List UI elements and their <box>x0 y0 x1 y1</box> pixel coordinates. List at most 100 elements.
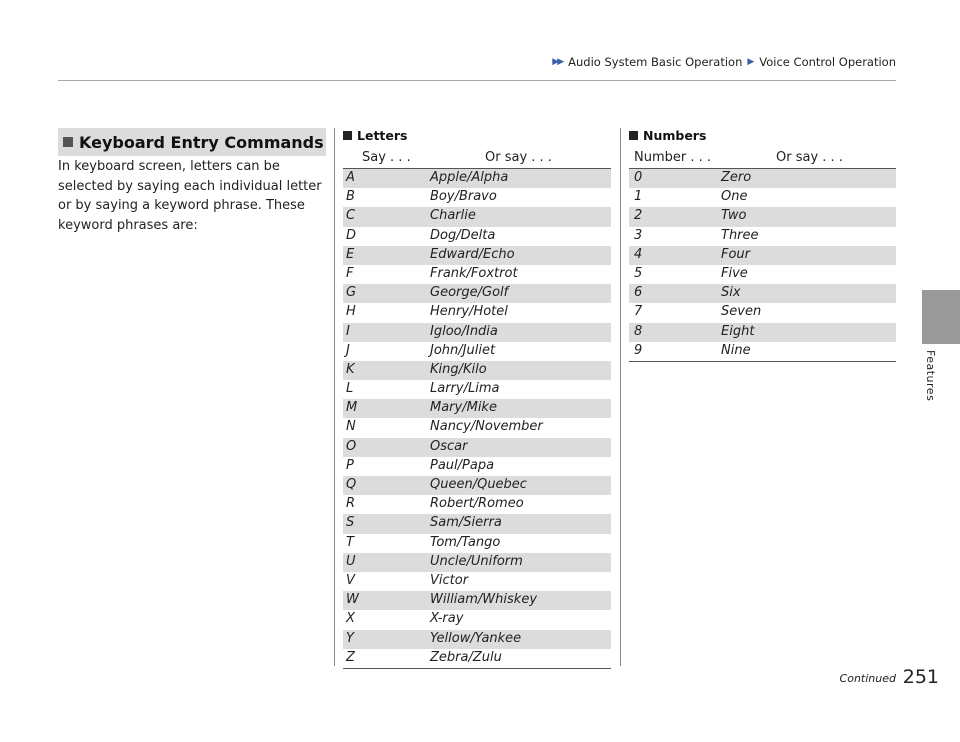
letters-row: Z Zebra/Zulu <box>343 649 611 668</box>
letters-phrase: Apple/Alpha <box>430 170 509 185</box>
section-title: Keyboard Entry Commands <box>79 132 324 152</box>
letters-row: R Robert/Romeo <box>343 495 611 514</box>
numbers-key: 9 <box>634 342 643 358</box>
letters-key: Z <box>346 649 355 665</box>
letters-key: E <box>346 246 355 262</box>
letters-key: Q <box>346 477 357 492</box>
letters-phrase: Victor <box>430 572 469 588</box>
numbers-row: 3 Three <box>629 227 896 246</box>
letters-key: D <box>346 227 357 243</box>
numbers-phrase: Three <box>721 227 759 243</box>
numbers-table: Number . . . Or say . . . 0 Zero 1 One 2 Two 3… <box>629 148 896 362</box>
letters-phrase: George/Golf <box>430 285 509 301</box>
letters-key: R <box>346 496 356 512</box>
intro-paragraph: In keyboard screen, letters can be selec… <box>58 159 322 233</box>
numbers-phrase: Seven <box>721 304 762 320</box>
letters-phrase: X-ray <box>430 611 464 627</box>
letters-key: X <box>346 611 355 627</box>
letters-phrase: Edward/Echo <box>430 246 515 262</box>
double-arrow-icon: ▶▶ <box>552 57 564 67</box>
letters-key: N <box>346 419 356 435</box>
letters-key: A <box>346 170 355 185</box>
numbers-table-header: Number . . . Or say . . . <box>629 148 896 169</box>
numbers-row: 5 Five <box>629 265 896 284</box>
letters-row: N Nancy/November <box>343 418 611 437</box>
side-tab-marker <box>922 290 960 344</box>
letters-phrase: Mary/Mike <box>430 400 497 416</box>
numbers-phrase: Zero <box>721 170 752 185</box>
letters-row: J John/Juliet <box>343 342 611 361</box>
breadcrumb: ▶▶ Audio System Basic Operation ▶ Voice … <box>552 55 896 69</box>
numbers-phrase: Six <box>721 285 741 301</box>
letters-phrase: Henry/Hotel <box>430 304 508 320</box>
letters-row: E Edward/Echo <box>343 245 611 265</box>
letters-key: Y <box>346 630 354 646</box>
numbers-title: Numbers <box>643 128 707 143</box>
letters-key: V <box>346 572 355 588</box>
letters-phrase: Robert/Romeo <box>430 496 524 512</box>
letters-row: P Paul/Papa <box>343 457 611 476</box>
breadcrumb-subsection[interactable]: Voice Control Operation <box>759 55 896 69</box>
letters-phrase: King/Kilo <box>430 361 487 377</box>
letters-phrase: Igloo/India <box>430 323 498 339</box>
numbers-phrase: Four <box>721 246 751 262</box>
letters-key: H <box>346 304 356 320</box>
letters-phrase: Boy/Bravo <box>430 189 497 205</box>
letters-phrase: William/Whiskey <box>430 592 538 608</box>
header-rule <box>58 80 896 81</box>
letters-phrase: Sam/Sierra <box>430 515 502 531</box>
letters-key: B <box>346 189 355 205</box>
square-bullet-icon <box>343 131 352 140</box>
letters-key: G <box>346 285 357 301</box>
arrow-icon: ▶ <box>747 57 755 67</box>
letters-table-header: Say . . . Or say . . . <box>343 148 611 169</box>
letters-row: B Boy/Bravo <box>343 188 611 207</box>
numbers-row: 9 Nine <box>629 342 896 361</box>
letters-row: T Tom/Tango <box>343 534 611 553</box>
letters-phrase: Yellow/Yankee <box>430 630 522 646</box>
numbers-rows: 0 Zero 1 One 2 Two 3 Three 4 Four 5 Five 6 Six 7 Seven 8… <box>629 169 896 362</box>
numbers-key: 1 <box>634 189 643 205</box>
numbers-phrase: Nine <box>721 342 751 358</box>
numbers-col-or-say: Or say . . . <box>776 150 843 165</box>
letters-row: M Mary/Mike <box>343 399 611 419</box>
letters-phrase: Charlie <box>430 208 476 224</box>
letters-table: Say . . . Or say . . . A Apple/Alpha B Boy/… <box>343 148 611 669</box>
letters-row: S Sam/Sierra <box>343 514 611 534</box>
letters-rows: A Apple/Alpha B Boy/Bravo C Charlie D Dog/Delta… <box>343 169 611 669</box>
letters-table-bottom-rule <box>343 667 611 669</box>
square-bullet-icon <box>629 131 638 140</box>
square-bullet-icon <box>63 137 73 147</box>
letters-phrase: Tom/Tango <box>430 534 501 550</box>
letters-key: L <box>346 381 354 397</box>
numbers-row: 2 Two <box>629 207 896 227</box>
continued-label: Continued <box>839 672 896 685</box>
numbers-row: 8 Eight <box>629 322 896 342</box>
letters-key: J <box>346 342 350 358</box>
numbers-row: 1 One <box>629 188 896 207</box>
numbers-key: 8 <box>634 323 643 339</box>
letters-col-or-say: Or say . . . <box>485 150 552 165</box>
numbers-key: 7 <box>634 304 643 320</box>
letters-row: L Larry/Lima <box>343 380 611 399</box>
numbers-key: 2 <box>634 208 643 224</box>
letters-key: C <box>346 208 356 224</box>
letters-row: H Henry/Hotel <box>343 303 611 322</box>
letters-phrase: Zebra/Zulu <box>430 649 502 665</box>
letters-row: Q Queen/Quebec <box>343 476 611 496</box>
letters-row: X X-ray <box>343 610 611 629</box>
numbers-key: 5 <box>634 265 643 281</box>
numbers-table-bottom-rule <box>629 360 896 362</box>
letters-row: Y Yellow/Yankee <box>343 629 611 649</box>
numbers-row: 4 Four <box>629 245 896 265</box>
letters-key: P <box>346 457 354 473</box>
numbers-key: 6 <box>634 285 643 301</box>
numbers-key: 4 <box>634 246 643 262</box>
letters-key: W <box>346 592 359 608</box>
column-divider <box>334 128 335 666</box>
numbers-row: 7 Seven <box>629 303 896 322</box>
breadcrumb-section[interactable]: Audio System Basic Operation <box>568 55 742 69</box>
numbers-phrase: One <box>721 189 748 205</box>
numbers-phrase: Two <box>721 208 747 224</box>
letters-col-say: Say . . . <box>362 150 411 165</box>
